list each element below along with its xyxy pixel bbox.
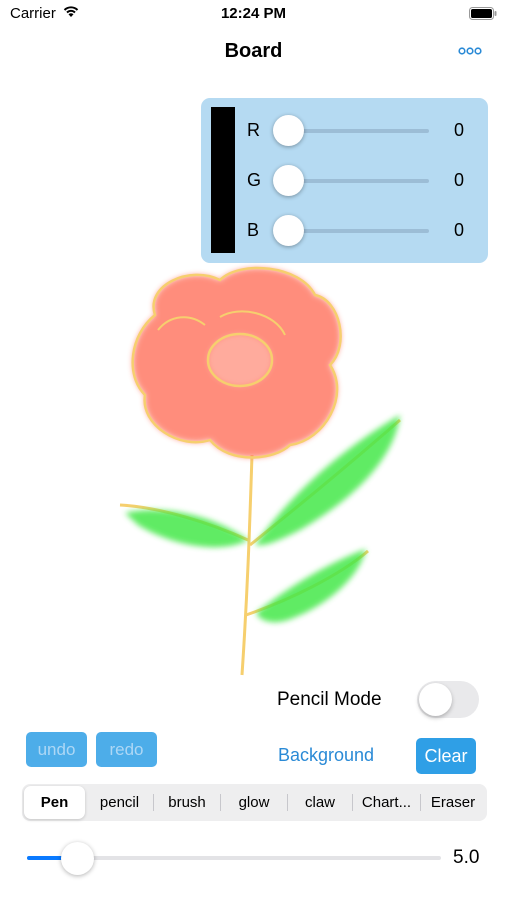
- tool-eraser[interactable]: Eraser: [421, 784, 485, 821]
- ellipsis-icon[interactable]: [458, 44, 482, 58]
- green-channel-value: 0: [453, 170, 464, 190]
- status-bar: Carrier 12:24 PM: [0, 0, 507, 28]
- green-slider-track[interactable]: [289, 179, 429, 183]
- drawing-canvas[interactable]: [100, 255, 430, 685]
- blue-channel-value: 0: [453, 220, 464, 240]
- background-button[interactable]: Background: [278, 745, 374, 766]
- redo-button[interactable]: redo: [96, 732, 157, 767]
- red-channel-value: 0: [453, 120, 464, 140]
- flower-stem: [240, 454, 254, 676]
- pencil-mode-label: Pencil Mode: [277, 689, 382, 710]
- leaf-left: [125, 510, 248, 548]
- blue-slider-thumb[interactable]: [273, 215, 304, 246]
- battery-icon: [469, 7, 497, 20]
- tool-segmented-control: Pen pencil brush glow claw Chart... Eras…: [22, 784, 487, 821]
- green-channel-row: G 0: [201, 160, 488, 200]
- green-slider-thumb[interactable]: [273, 165, 304, 196]
- red-channel-row: R 0: [201, 110, 488, 150]
- red-channel-label: R: [247, 120, 260, 140]
- blue-slider-track[interactable]: [289, 229, 429, 233]
- tool-glow[interactable]: glow: [221, 784, 287, 821]
- blue-channel-label: B: [247, 220, 260, 240]
- brush-size-value: 5.0: [453, 847, 480, 868]
- color-picker-panel: R 0 G 0 B 0: [201, 98, 488, 263]
- tool-brush[interactable]: brush: [154, 784, 220, 821]
- toggle-knob: [419, 683, 452, 716]
- red-slider-thumb[interactable]: [273, 115, 304, 146]
- tool-pencil[interactable]: pencil: [86, 784, 153, 821]
- pencil-mode-toggle[interactable]: [417, 681, 479, 718]
- tool-claw[interactable]: claw: [288, 784, 352, 821]
- red-slider-track[interactable]: [289, 129, 429, 133]
- page-title: Board: [224, 40, 283, 62]
- leaf-lower: [256, 549, 366, 623]
- undo-button[interactable]: undo: [26, 732, 87, 767]
- blue-channel-row: B 0: [201, 210, 488, 250]
- brush-size-thumb[interactable]: [60, 842, 94, 875]
- green-channel-label: G: [247, 170, 262, 190]
- tool-pen[interactable]: Pen: [24, 786, 85, 819]
- tool-chart[interactable]: Chart...: [353, 784, 420, 821]
- clear-button[interactable]: Clear: [416, 738, 476, 774]
- clock: 12:24 PM: [220, 5, 287, 22]
- flower-head: [131, 266, 342, 459]
